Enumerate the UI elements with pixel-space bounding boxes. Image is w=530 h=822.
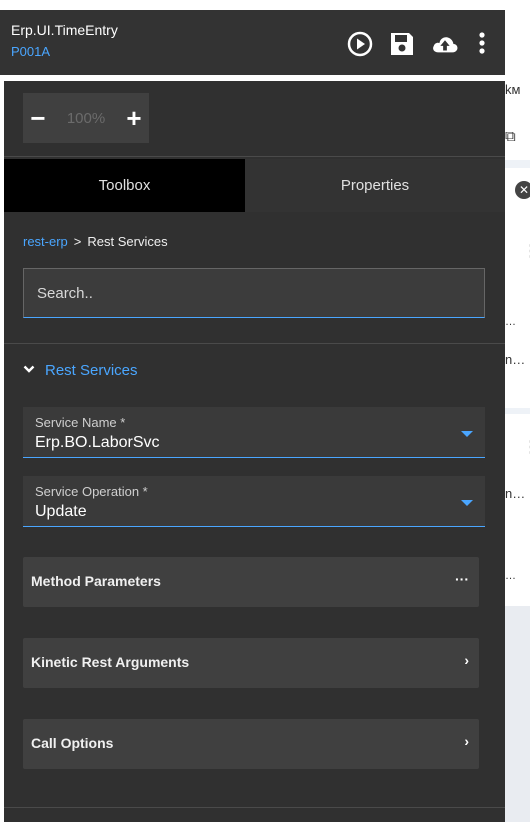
divider — [4, 343, 505, 344]
card-title: Kinetic Rest Arguments — [31, 654, 190, 670]
section-title: Rest Services — [45, 361, 138, 379]
zoom-control: − 100% + — [23, 93, 149, 143]
field-label: Service Operation * — [35, 484, 148, 499]
chevron-right-icon[interactable]: › — [464, 733, 469, 749]
chevron-right-icon[interactable]: › — [464, 652, 469, 668]
divider — [4, 807, 505, 808]
service-operation-select[interactable]: Service Operation * Update — [23, 476, 485, 527]
close-circle-icon[interactable]: ✕ — [515, 181, 530, 199]
more-horizontal-icon[interactable]: ··· — [455, 571, 469, 587]
caret-down-icon[interactable] — [461, 500, 473, 506]
panel-tabs: Toolbox Properties — [4, 159, 505, 212]
breadcrumb-separator: > — [73, 234, 82, 249]
app-header: Erp.UI.TimeEntry P001A — [0, 10, 505, 75]
zoom-level: 100% — [66, 109, 106, 127]
more-vertical-icon[interactable]: ⋮ — [523, 244, 530, 260]
field-label: Service Name * — [35, 415, 126, 430]
service-name-select[interactable]: Service Name * Erp.BO.LaborSvc — [23, 407, 485, 458]
card-title: Call Options — [31, 735, 114, 751]
breadcrumb: rest-erp > Rest Services — [23, 234, 168, 249]
background-app: kм ⧉ ⋮ … n… ⋮ n… … — [505, 0, 530, 822]
app-title: Erp.UI.TimeEntry — [11, 22, 118, 38]
tab-properties[interactable]: Properties — [245, 159, 505, 212]
save-icon[interactable] — [388, 30, 416, 58]
breadcrumb-current: Rest Services — [87, 234, 168, 249]
search-placeholder: Search.. — [37, 284, 93, 302]
card-title: Method Parameters — [31, 573, 161, 589]
background-strip — [505, 606, 530, 822]
breadcrumb-link[interactable]: rest-erp — [23, 234, 68, 249]
background-text: … — [505, 570, 516, 582]
field-value: Update — [35, 503, 87, 520]
background-text: n… — [505, 352, 526, 367]
background-text: … — [505, 316, 516, 328]
zoom-in-button[interactable]: + — [119, 93, 149, 143]
zoom-out-button[interactable]: − — [23, 93, 53, 143]
background-text: n… — [505, 486, 526, 501]
more-vertical-icon[interactable] — [470, 30, 494, 58]
background-text: kм — [505, 82, 521, 97]
play-icon[interactable] — [346, 30, 374, 58]
call-options-card[interactable]: Call Options › — [23, 719, 479, 769]
external-link-icon: ⧉ — [505, 128, 516, 145]
divider — [4, 156, 505, 157]
more-vertical-icon[interactable]: ⋮ — [523, 440, 530, 456]
search-input[interactable]: Search.. — [23, 268, 485, 318]
background-card — [505, 168, 530, 408]
kinetic-rest-arguments-card[interactable]: Kinetic Rest Arguments › — [23, 638, 479, 688]
toolbox-panel: − 100% + Toolbox Properties rest-erp > R… — [4, 81, 505, 822]
method-parameters-card[interactable]: Method Parameters ··· — [23, 557, 479, 607]
section-header[interactable]: Rest Services — [23, 361, 138, 379]
page-id[interactable]: P001A — [11, 44, 50, 59]
caret-down-icon[interactable] — [461, 431, 473, 437]
chevron-down-icon — [23, 361, 35, 379]
tab-toolbox[interactable]: Toolbox — [4, 159, 245, 212]
upload-cloud-icon[interactable] — [431, 30, 459, 58]
field-value: Erp.BO.LaborSvc — [35, 434, 160, 451]
